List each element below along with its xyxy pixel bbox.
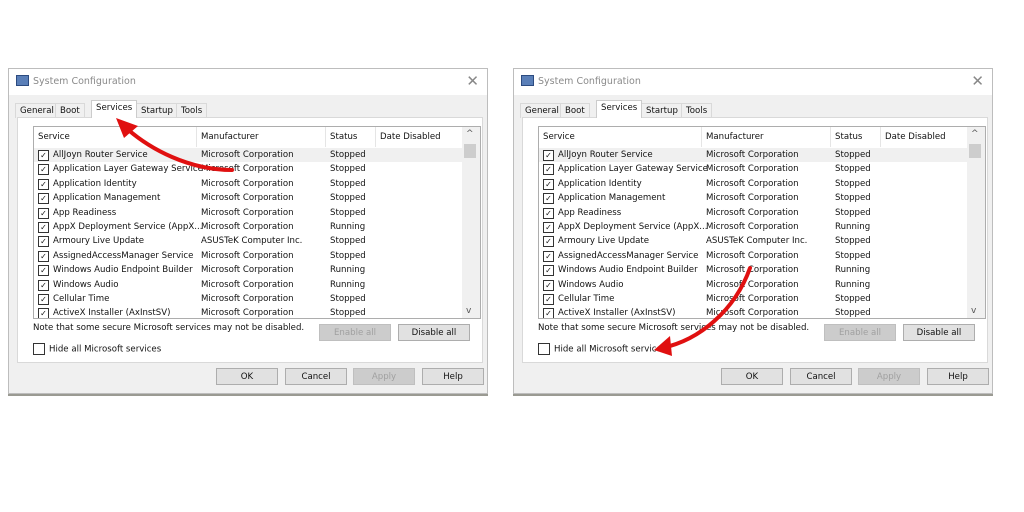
red-arrow-to-services-tab — [122, 124, 234, 172]
arrowhead-right — [654, 336, 672, 356]
red-arrow-to-hide-checkbox — [660, 266, 752, 350]
tab-services[interactable]: Services — [596, 100, 643, 118]
tab-services[interactable]: Services — [91, 100, 138, 118]
annotation-arrows — [116, 118, 752, 356]
